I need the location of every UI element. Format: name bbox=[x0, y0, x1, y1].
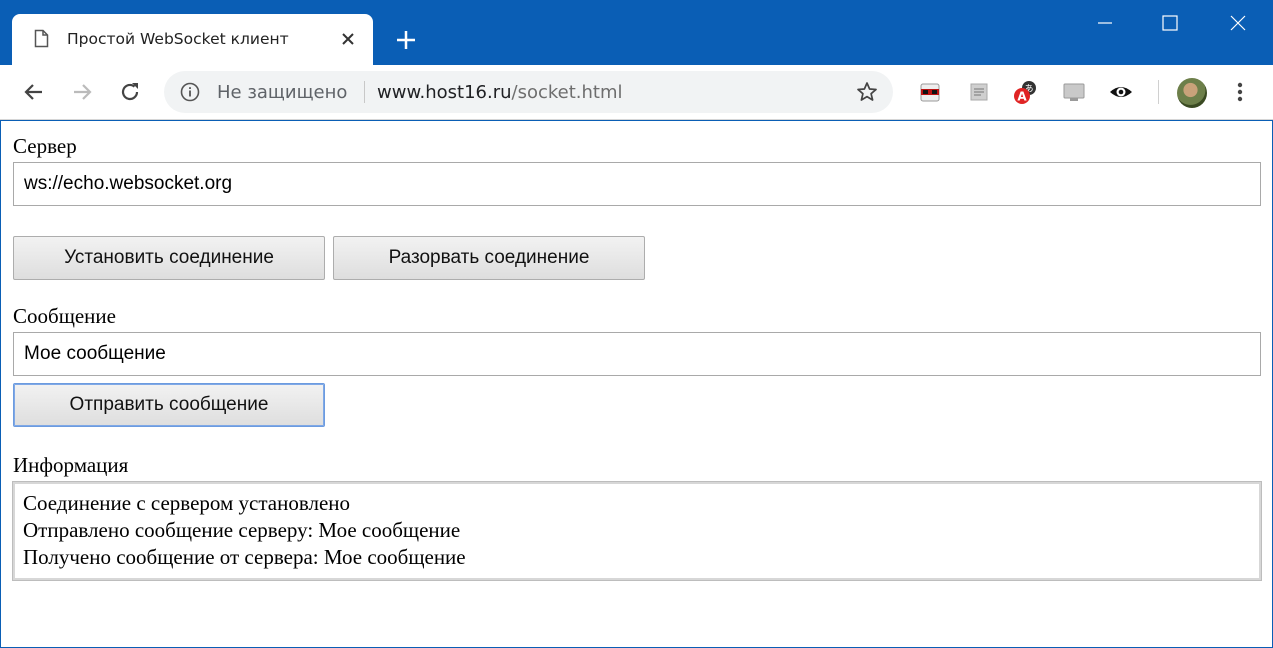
minimize-icon[interactable] bbox=[1090, 8, 1120, 38]
url-text[interactable]: www.host16.ru/socket.html bbox=[377, 82, 623, 103]
kebab-menu-icon[interactable] bbox=[1228, 79, 1252, 105]
server-input[interactable] bbox=[14, 163, 1260, 205]
message-input[interactable] bbox=[14, 333, 1260, 375]
log-line: Отправлено сообщение серверу: Мое сообще… bbox=[23, 518, 461, 542]
url-path: /socket.html bbox=[511, 82, 623, 103]
message-field[interactable] bbox=[13, 332, 1261, 376]
incognito-extension-icon[interactable] bbox=[917, 79, 943, 105]
star-icon[interactable] bbox=[856, 81, 878, 103]
message-label: Сообщение bbox=[13, 304, 116, 328]
document-icon bbox=[34, 29, 49, 48]
security-status[interactable]: Не защищено bbox=[217, 82, 347, 103]
tab-title: Простой WebSocket клиент bbox=[67, 30, 289, 48]
toolbar-divider bbox=[1158, 80, 1159, 104]
maximize-icon[interactable] bbox=[1155, 8, 1185, 38]
arrow-left-icon[interactable] bbox=[21, 79, 47, 105]
log-line: Соединение с сервером установлено bbox=[23, 491, 351, 515]
server-field[interactable] bbox=[13, 162, 1261, 206]
send-button[interactable]: Отправить сообщение bbox=[13, 383, 325, 427]
page-content: Сервер Установить соединение Разорвать с… bbox=[1, 121, 1272, 647]
eye-icon[interactable] bbox=[1108, 79, 1134, 105]
info-label: Информация bbox=[13, 453, 129, 477]
server-label: Сервер bbox=[13, 134, 77, 158]
address-bar[interactable]: Не защищено www.host16.ru/socket.html bbox=[164, 71, 893, 113]
browser-tab[interactable]: Простой WebSocket клиент bbox=[12, 14, 373, 65]
info-icon[interactable] bbox=[180, 82, 200, 102]
avatar[interactable] bbox=[1177, 78, 1207, 108]
reader-extension-icon[interactable] bbox=[966, 79, 992, 105]
log-line: Получено сообщение от сервера: Мое сообщ… bbox=[23, 545, 466, 569]
window-close-icon[interactable] bbox=[1223, 8, 1253, 38]
monitor-extension-icon[interactable] bbox=[1061, 79, 1087, 105]
close-icon[interactable] bbox=[338, 29, 358, 49]
reload-icon[interactable] bbox=[117, 79, 143, 105]
omnibox-divider bbox=[364, 81, 365, 103]
browser-title-bar: Простой WebSocket клиент bbox=[0, 0, 1273, 65]
translate-extension-icon[interactable]: あ A bbox=[1012, 79, 1038, 105]
url-host: www.host16.ru bbox=[377, 82, 512, 103]
info-log[interactable]: Соединение с сервером установлено Отправ… bbox=[12, 481, 1262, 581]
arrow-right-icon[interactable] bbox=[69, 79, 95, 105]
connect-button[interactable]: Установить соединение bbox=[13, 236, 325, 280]
plus-icon[interactable] bbox=[391, 26, 421, 54]
browser-toolbar: Не защищено www.host16.ru/socket.html あ … bbox=[0, 65, 1273, 120]
svg-text:A: A bbox=[1017, 90, 1027, 104]
disconnect-button[interactable]: Разорвать соединение bbox=[333, 236, 645, 280]
